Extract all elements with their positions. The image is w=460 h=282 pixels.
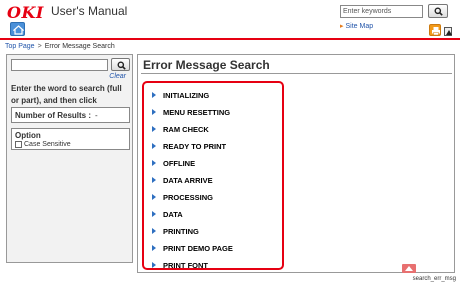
list-item-label: DATA ARRIVE — [163, 175, 213, 185]
list-item-label: PRINT DEMO PAGE — [163, 243, 233, 253]
arrow-right-icon — [152, 109, 156, 115]
sitemap-label: Site Map — [345, 23, 374, 30]
case-sensitive-checkbox[interactable] — [15, 141, 22, 148]
breadcrumb-current: Error Message Search — [44, 43, 115, 50]
clear-link[interactable]: Clear — [109, 73, 126, 80]
case-sensitive-option[interactable]: Case Sensitive — [15, 141, 126, 148]
arrow-right-icon — [152, 143, 156, 149]
error-search-button[interactable] — [111, 58, 130, 71]
list-item-label: PROCESSING — [163, 192, 214, 202]
triangle-up-icon — [446, 30, 452, 35]
list-item-label: OFFLINE — [163, 158, 196, 168]
list-item[interactable]: DATA — [152, 209, 183, 219]
error-message-list: INITIALIZING MENU RESETTING RAM CHECK RE… — [142, 81, 284, 270]
header: OKI User's Manual Enter keywords ▸ Site M… — [0, 0, 460, 38]
list-item[interactable]: MENU RESETTING — [152, 107, 230, 117]
list-item[interactable]: PRINT DEMO PAGE — [152, 243, 233, 253]
oki-logo[interactable]: OKI — [7, 3, 44, 22]
printer-icon — [432, 27, 440, 36]
search-icon — [117, 61, 126, 70]
case-sensitive-label: Case Sensitive — [24, 141, 71, 148]
search-sidebar: Clear Enter the word to search (full or … — [6, 54, 133, 263]
results-label: Number of Results : — [15, 111, 92, 120]
main-panel: Error Message Search INITIALIZING MENU R… — [137, 54, 455, 273]
arrow-right-icon — [152, 194, 156, 200]
breadcrumb: Top Page > Error Message Search — [5, 43, 115, 50]
arrow-right-icon — [152, 245, 156, 251]
arrow-right-icon — [152, 177, 156, 183]
scroll-top-button[interactable] — [402, 264, 416, 273]
home-button[interactable] — [10, 22, 25, 36]
list-item[interactable]: PROCESSING — [152, 192, 213, 202]
list-item[interactable]: OFFLINE — [152, 158, 195, 168]
list-item-label: READY TO PRINT — [163, 141, 227, 151]
list-item-label: RAM CHECK — [163, 124, 209, 134]
list-item[interactable]: PRINTING — [152, 226, 199, 236]
page-title: Error Message Search — [143, 58, 270, 72]
header-divider — [0, 38, 460, 40]
sitemap-link[interactable]: ▸ Site Map — [340, 22, 373, 30]
breadcrumb-top-link[interactable]: Top Page — [5, 43, 35, 50]
breadcrumb-separator: > — [37, 43, 42, 50]
arrow-right-icon — [152, 126, 156, 132]
arrow-right-icon — [152, 228, 156, 234]
list-item[interactable]: READY TO PRINT — [152, 141, 226, 151]
triangle-up-icon — [405, 266, 413, 271]
list-item-label: INITIALIZING — [163, 90, 210, 100]
arrow-right-icon: ▸ — [340, 23, 344, 30]
home-icon — [13, 25, 24, 35]
list-item-label: PRINT FONT — [163, 260, 208, 270]
option-box: Option Case Sensitive — [11, 128, 130, 150]
search-icon — [434, 7, 443, 16]
list-item[interactable]: INITIALIZING — [152, 90, 209, 100]
list-item[interactable]: RAM CHECK — [152, 124, 209, 134]
page-top-button[interactable] — [444, 27, 452, 36]
page-id-label: search_err_msg — [412, 276, 456, 282]
arrow-right-icon — [152, 92, 156, 98]
title-divider — [141, 73, 452, 74]
results-value: - — [95, 111, 98, 120]
list-item-label: DATA — [163, 209, 183, 219]
results-count-box: Number of Results :- — [11, 107, 130, 123]
header-search-button[interactable] — [428, 4, 448, 18]
print-button[interactable] — [429, 24, 441, 36]
arrow-right-icon — [152, 211, 156, 217]
keyword-search-input[interactable]: Enter keywords — [340, 5, 423, 18]
list-item-label: MENU RESETTING — [163, 107, 231, 117]
manual-title: User's Manual — [51, 4, 128, 18]
option-title: Option — [15, 131, 41, 140]
list-item[interactable]: DATA ARRIVE — [152, 175, 213, 185]
arrow-right-icon — [152, 262, 156, 268]
list-item[interactable]: PRINT FONT — [152, 260, 208, 270]
list-item-label: PRINTING — [163, 226, 199, 236]
arrow-right-icon — [152, 160, 156, 166]
error-search-input[interactable] — [11, 59, 108, 71]
